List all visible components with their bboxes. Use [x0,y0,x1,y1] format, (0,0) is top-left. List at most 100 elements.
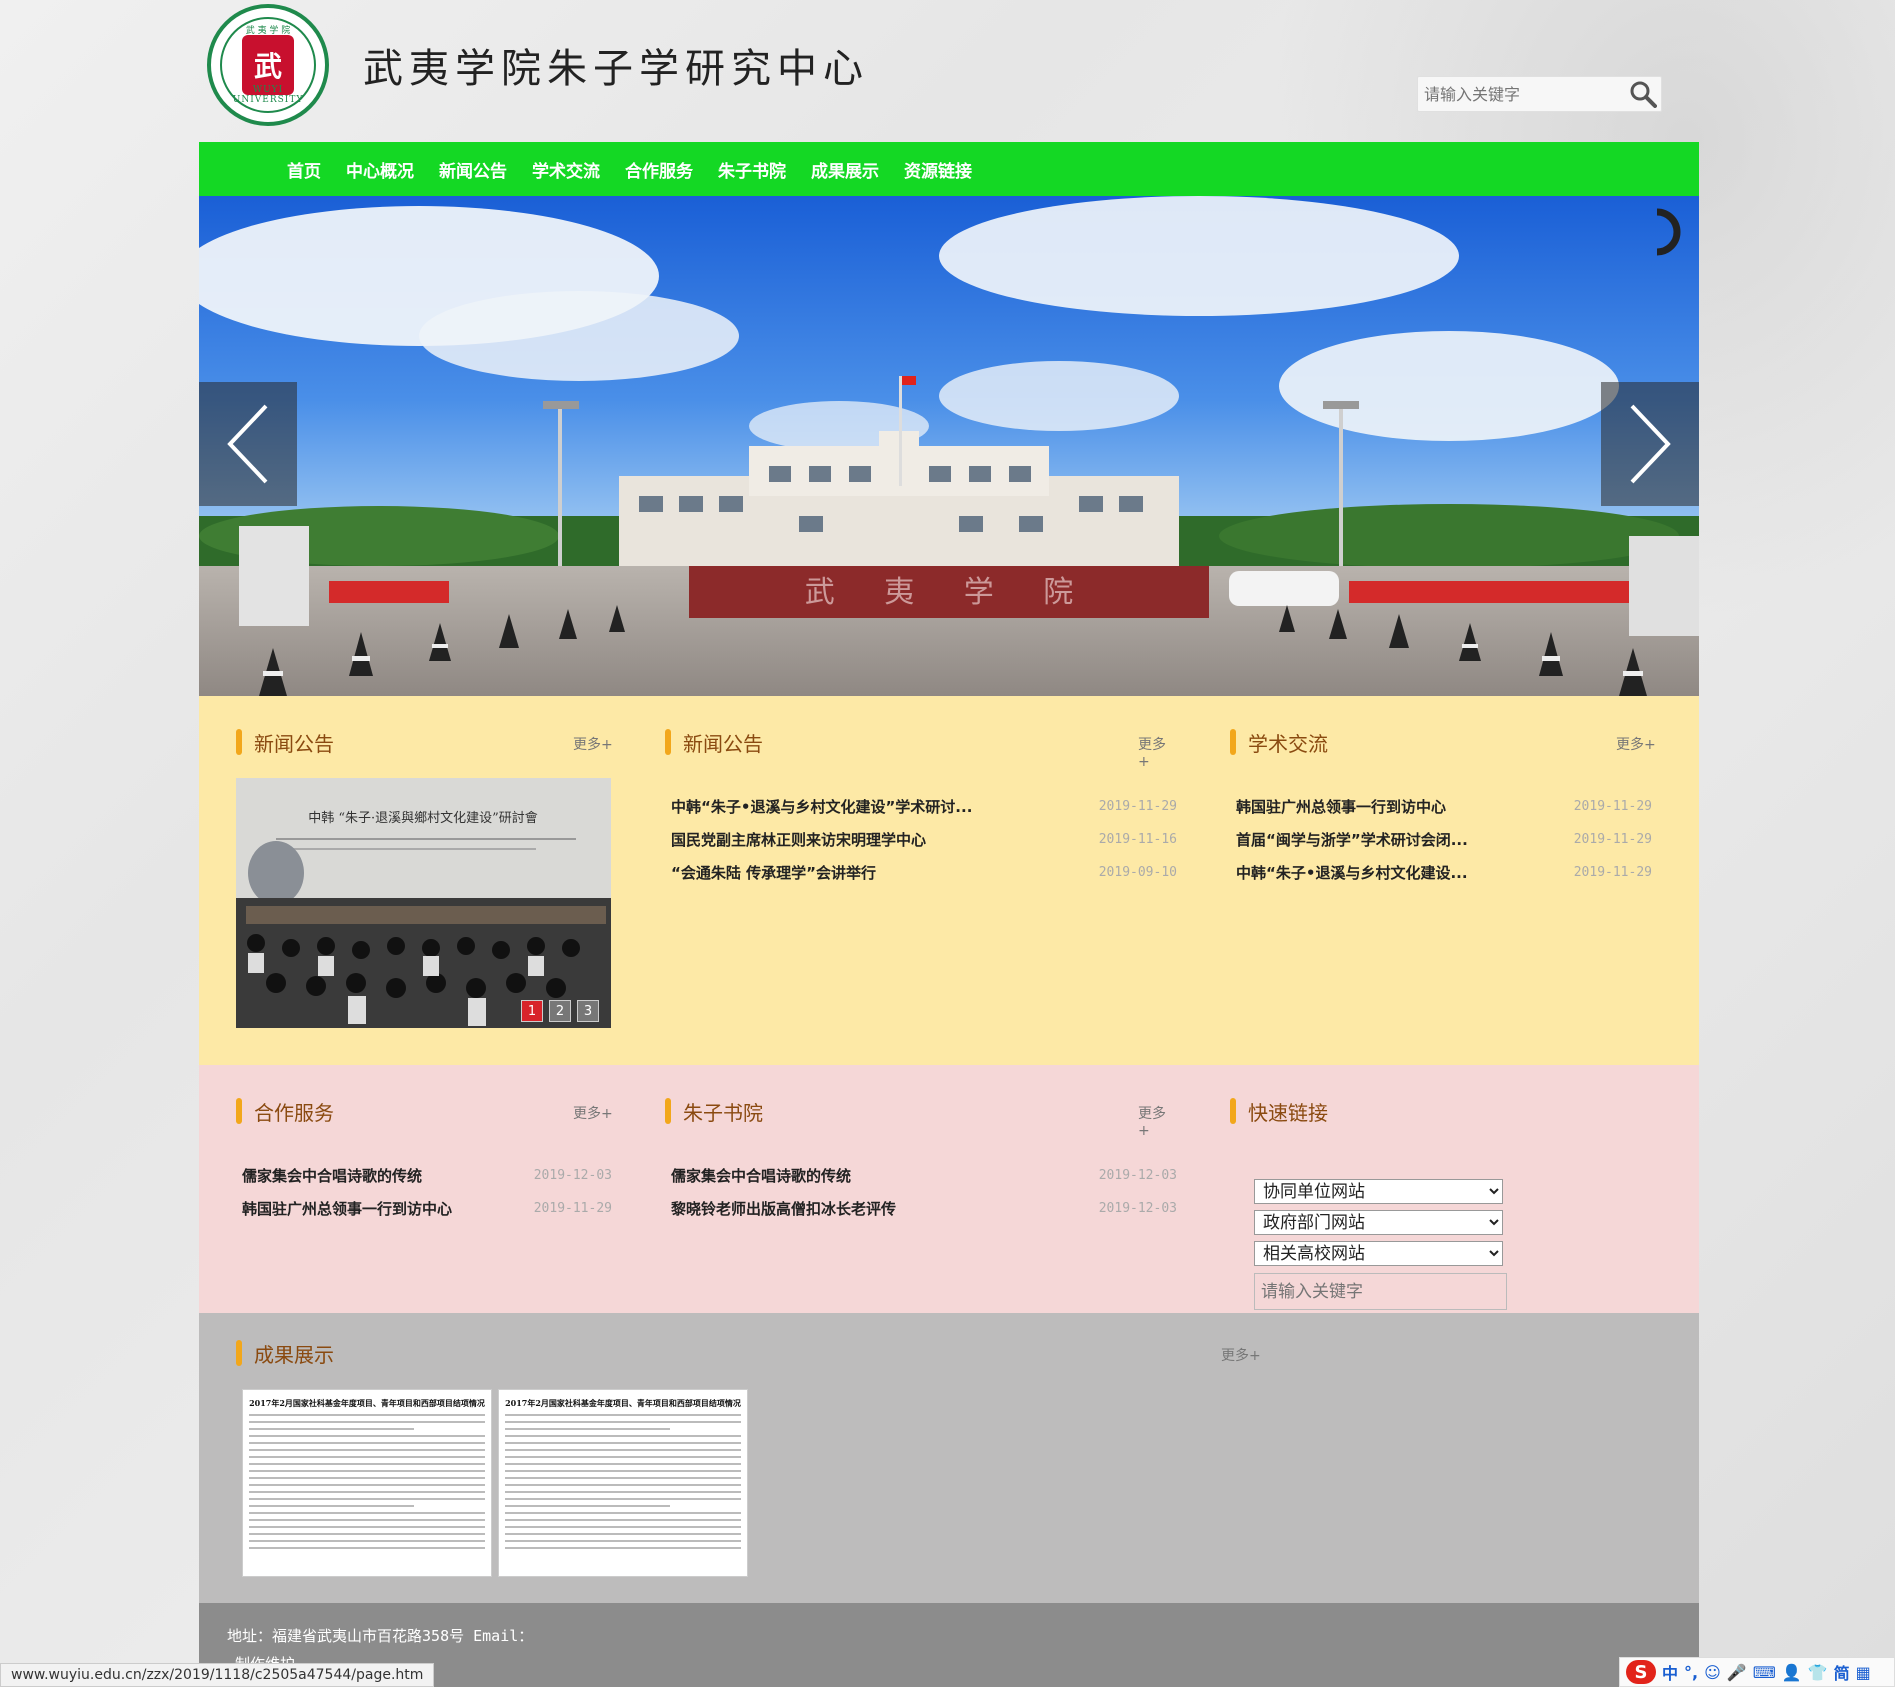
news-date: 2019-11-16 [1098,832,1177,847]
more-link[interactable]: 更多+ [573,734,613,754]
grid-menu-icon[interactable]: ▦ [1856,1663,1871,1682]
achievement-doc-thumb[interactable]: 2017年2月国家社科基金年度项目、青年项目和西部项目结项情况 [498,1389,748,1577]
news-photo: 中韩 “朱子·退溪與鄉村文化建设”研討會 [236,778,611,1028]
news-date: 2019-11-29 [1573,832,1652,847]
news-title[interactable]: 韩国驻广州总领事一行到访中心 [1236,796,1446,817]
banner-prev-button[interactable] [199,382,297,506]
news-list: 中韩“朱子•退溪与乡村文化建设”学术研讨... 2019-11-29 国民党副主… [671,790,1177,889]
achievements-section: 成果展示 更多+ 2017年2月国家社科基金年度项目、青年项目和西部项目结项情况… [199,1313,1699,1603]
academic-column: 学术交流 更多+ 韩国驻广州总领事一行到访中心 2019-11-29 首届“闽学… [1230,728,1675,882]
list-item[interactable]: 国民党副主席林正则来访宋明理学中心 2019-11-16 [671,823,1177,856]
partner-sites-select[interactable]: 协同单位网站 [1254,1179,1503,1204]
news-date: 2019-12-03 [1098,1168,1177,1183]
news-title[interactable]: 中韩“朱子•退溪与乡村文化建设”学术研讨... [671,796,972,817]
nav-item-achievements[interactable]: 成果展示 [811,157,879,182]
emoji-icon[interactable]: ☺ [1704,1663,1721,1682]
quick-links-search-input[interactable] [1254,1273,1507,1310]
skin-shirt-icon[interactable]: 👕 [1808,1663,1828,1682]
quick-links-column: 快速链接 协同单位网站 政府部门网站 相关高校网站 [1230,1097,1675,1310]
achievement-doc-thumb[interactable]: 2017年2月国家社科基金年度项目、青年项目和西部项目结项情况 [242,1389,492,1577]
browser-status-url: www.wuyiu.edu.cn/zzx/2019/1118/c2505a475… [0,1663,435,1687]
news-title[interactable]: 黎晓铃老师出版高僧扣冰长老评传 [671,1198,896,1219]
nav-item-news[interactable]: 新闻公告 [439,157,507,182]
column-header: 新闻公告 [236,728,334,756]
user-icon[interactable]: 👤 [1782,1663,1802,1682]
news-title[interactable]: “会通朱陆 传承理学”会讲举行 [671,862,876,883]
accent-bar [665,1098,671,1124]
column-title: 新闻公告 [254,731,334,756]
list-item[interactable]: 中韩“朱子•退溪与乡村文化建设... 2019-11-29 [1236,856,1652,889]
university-logo[interactable]: 武 夷 学 院 武 WUYI UNIVERSITY [207,4,329,126]
list-item[interactable]: 韩国驻广州总领事一行到访中心 2019-11-29 [1236,790,1652,823]
news-title[interactable]: 儒家集会中合唱诗歌的传统 [242,1165,422,1186]
nav-item-overview[interactable]: 中心概况 [346,157,414,182]
ime-mode-toggle[interactable]: 中 [1662,1660,1678,1684]
ime-punctuation-toggle[interactable]: °, [1684,1663,1698,1682]
nav-item-cooperation[interactable]: 合作服务 [625,157,693,182]
academic-list: 韩国驻广州总领事一行到访中心 2019-11-29 首届“闽学与浙学”学术研讨会… [1236,790,1652,889]
more-link[interactable]: 更多+ [1138,734,1177,770]
nav-item-resources[interactable]: 资源链接 [904,157,972,182]
academy-list: 儒家集会中合唱诗歌的传统 2019-12-03 黎晓铃老师出版高僧扣冰长老评传 … [671,1159,1177,1225]
list-item[interactable]: “会通朱陆 传承理学”会讲举行 2019-09-10 [671,856,1177,889]
news-date: 2019-09-10 [1098,865,1177,880]
chevron-right-icon [1630,404,1671,484]
nav-item-academy[interactable]: 朱子书院 [718,157,786,182]
news-section: 新闻公告 更多+ 中韩 “朱子·退溪與鄉村文化建设”研討會 1 2 3 新闻公告… [199,696,1699,1065]
list-item[interactable]: 首届“闽学与浙学”学术研讨会闭... 2019-11-29 [1236,823,1652,856]
column-title: 合作服务 [254,1100,334,1125]
microphone-icon[interactable]: 🎤 [1727,1663,1747,1682]
nav-item-home[interactable]: 首页 [287,157,321,182]
doc-content-lines [249,1414,485,1549]
university-sites-select[interactable]: 相关高校网站 [1254,1241,1503,1266]
news-list-column: 新闻公告 更多+ 中韩“朱子•退溪与乡村文化建设”学术研讨... 2019-11… [665,728,1177,882]
news-date: 2019-11-29 [1098,799,1177,814]
column-title: 学术交流 [1248,731,1328,756]
column-header: 新闻公告 [665,728,763,756]
nav-item-academic[interactable]: 学术交流 [532,157,600,182]
news-title[interactable]: 国民党副主席林正则来访宋明理学中心 [671,829,926,850]
list-item[interactable]: 儒家集会中合唱诗歌的传统 2019-12-03 [671,1159,1177,1192]
news-title[interactable]: 韩国驻广州总领事一行到访中心 [242,1198,452,1219]
list-item[interactable]: 黎晓铃老师出版高僧扣冰长老评传 2019-12-03 [671,1192,1177,1225]
accent-bar [1230,1098,1236,1124]
doc-content-lines [505,1414,741,1549]
slide-dot-1[interactable]: 1 [521,1000,543,1022]
slide-dot-2[interactable]: 2 [549,1000,571,1022]
search-icon[interactable] [1625,76,1661,112]
news-date: 2019-12-03 [1098,1201,1177,1216]
news-date: 2019-11-29 [533,1201,612,1216]
ime-simplified-toggle[interactable]: 简 [1834,1660,1850,1684]
accent-bar [236,1340,242,1366]
site-header: 武 夷 学 院 武 WUYI UNIVERSITY 武夷学院朱子学研究中心 [199,0,1699,142]
more-link[interactable]: 更多+ [1138,1103,1177,1139]
more-link[interactable]: 更多+ [1221,1345,1261,1365]
more-link[interactable]: 更多+ [1616,734,1656,754]
column-header: 合作服务 [236,1097,334,1125]
logo-ring-text: WUYI UNIVERSITY [232,85,304,105]
sogou-logo-icon[interactable]: S [1626,1660,1656,1684]
chevron-left-icon [227,404,268,484]
news-title[interactable]: 儒家集会中合唱诗歌的传统 [671,1165,851,1186]
main-nav: 首页 中心概况 新闻公告 学术交流 合作服务 朱子书院 成果展示 资源链接 [199,142,1699,196]
banner-next-button[interactable] [1601,382,1699,506]
keyboard-icon[interactable]: ⌨ [1753,1663,1776,1682]
site-title: 武夷学院朱子学研究中心 [363,46,869,92]
news-photo-slider[interactable]: 中韩 “朱子·退溪與鄉村文化建设”研討會 1 2 3 [236,778,611,1028]
search-input[interactable] [1418,84,1625,104]
column-header: 快速链接 [1230,1097,1328,1125]
list-item[interactable]: 韩国驻广州总领事一行到访中心 2019-11-29 [242,1192,612,1225]
list-item[interactable]: 中韩“朱子•退溪与乡村文化建设”学术研讨... 2019-11-29 [671,790,1177,823]
slide-dot-3[interactable]: 3 [577,1000,599,1022]
news-title[interactable]: 中韩“朱子•退溪与乡村文化建设... [1236,862,1468,883]
list-item[interactable]: 儒家集会中合唱诗歌的传统 2019-12-03 [242,1159,612,1192]
accent-bar [665,729,671,755]
column-title: 新闻公告 [683,731,763,756]
more-link[interactable]: 更多+ [573,1103,613,1123]
government-sites-select[interactable]: 政府部门网站 [1254,1210,1503,1235]
academy-column: 朱子书院 更多+ 儒家集会中合唱诗歌的传统 2019-12-03 黎晓铃老师出版… [665,1097,1177,1247]
logo-top-text: 武 夷 学 院 [245,26,291,36]
accent-bar [236,729,242,755]
news-title[interactable]: 首届“闽学与浙学”学术研讨会闭... [1236,829,1468,850]
column-title: 快速链接 [1248,1100,1328,1125]
